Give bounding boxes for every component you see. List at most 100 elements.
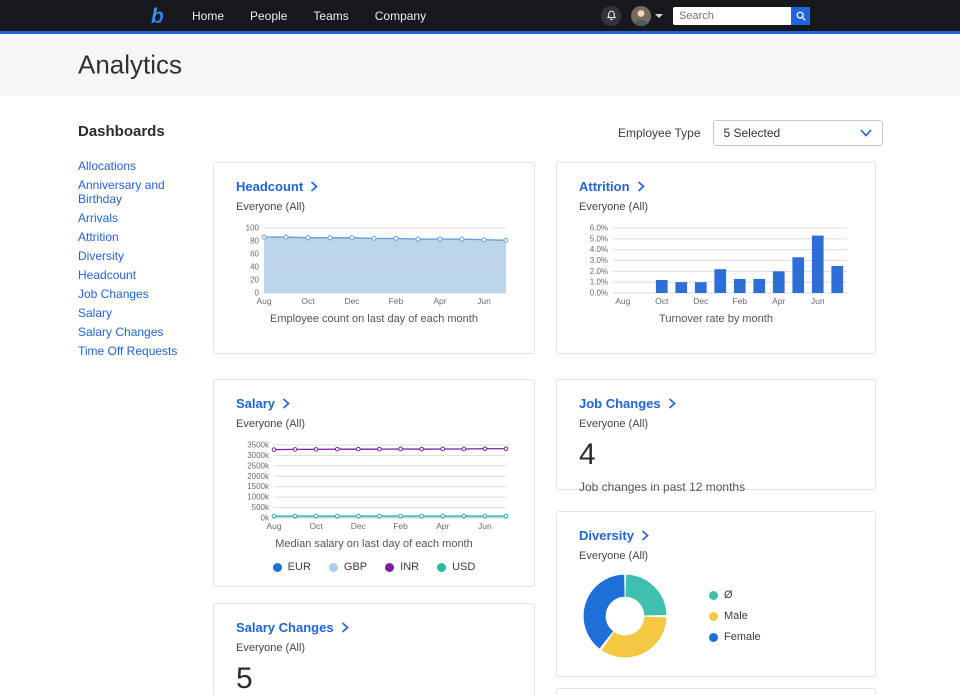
search-input[interactable] <box>673 7 791 25</box>
svg-text:Oct: Oct <box>310 521 324 531</box>
svg-text:2500k: 2500k <box>247 461 270 470</box>
svg-text:Jun: Jun <box>811 296 825 306</box>
svg-text:1.0%: 1.0% <box>590 278 608 287</box>
chevron-right-icon <box>310 181 318 192</box>
headcount-card: Headcount Everyone (All) 020406080100Aug… <box>213 162 535 354</box>
list-item: Salary <box>78 306 200 320</box>
chevron-right-icon <box>668 398 676 409</box>
card-subtitle: Everyone (All) <box>236 201 512 213</box>
svg-text:1000k: 1000k <box>247 493 270 502</box>
diversity-donut-chart <box>579 570 671 662</box>
chart-caption: Employee count on last day of each month <box>236 313 512 325</box>
sidebar-item-arrivals[interactable]: Arrivals <box>78 211 118 225</box>
partially-visible-card <box>556 688 876 695</box>
main-nav: Home People Teams Company <box>192 9 426 23</box>
legend-item: USD <box>437 561 475 573</box>
legend-item: Female <box>709 631 761 643</box>
avatar <box>631 6 651 26</box>
list-item: Headcount <box>78 268 200 282</box>
svg-text:b: b <box>151 5 164 27</box>
card-title-label: Attrition <box>579 179 630 194</box>
salary-card: Salary Everyone (All) 0k500k1000k1500k20… <box>213 379 535 587</box>
bob-logo[interactable]: b <box>150 5 170 27</box>
card-subtitle: Everyone (All) <box>236 642 512 654</box>
diversity-legend: Ø Male Female <box>709 589 761 643</box>
svg-text:Aug: Aug <box>266 521 281 531</box>
legend-dot <box>437 563 446 572</box>
svg-text:Feb: Feb <box>389 296 404 306</box>
salary-chart: 0k500k1000k1500k2000k2500k3000k3500kAugO… <box>236 439 514 531</box>
search-button[interactable] <box>791 7 810 25</box>
diversity-card: Diversity Everyone (All) Ø Male Female <box>556 511 876 677</box>
filter-label: Employee Type <box>618 126 701 140</box>
nav-item-company[interactable]: Company <box>375 9 426 23</box>
sidebar-item-salary-changes[interactable]: Salary Changes <box>78 325 163 339</box>
chevron-right-icon <box>282 398 290 409</box>
svg-text:1500k: 1500k <box>247 482 270 491</box>
salary-changes-card-title[interactable]: Salary Changes <box>236 620 512 635</box>
svg-text:3500k: 3500k <box>247 441 270 450</box>
legend-item: Male <box>709 610 761 622</box>
attrition-chart: 0.0%1.0%2.0%3.0%4.0%5.0%6.0%AugOctDecFeb… <box>579 222 855 306</box>
list-item: Anniversary and Birthday <box>78 178 200 206</box>
analytics-page: b Home People Teams Company <box>0 0 960 695</box>
nav-item-people[interactable]: People <box>250 9 287 23</box>
legend-item: GBP <box>329 561 367 573</box>
chevron-right-icon <box>641 530 649 541</box>
legend-dot <box>273 563 282 572</box>
svg-text:5.0%: 5.0% <box>590 234 608 243</box>
svg-text:Jun: Jun <box>477 296 491 306</box>
nav-item-teams[interactable]: Teams <box>313 9 348 23</box>
svg-text:60: 60 <box>250 250 259 259</box>
page-header: Analytics <box>0 34 960 96</box>
list-item: Attrition <box>78 230 200 244</box>
legend-label: Ø <box>724 589 733 601</box>
svg-text:100: 100 <box>246 224 260 233</box>
svg-text:Oct: Oct <box>655 296 669 306</box>
card-title-label: Headcount <box>236 179 303 194</box>
sidebar-item-salary[interactable]: Salary <box>78 306 112 320</box>
salary-card-title[interactable]: Salary <box>236 396 512 411</box>
card-subtitle: Everyone (All) <box>579 418 853 430</box>
card-subtitle: Everyone (All) <box>579 550 853 562</box>
svg-text:Apr: Apr <box>436 521 449 531</box>
legend-dot <box>385 563 394 572</box>
search-box <box>673 7 810 25</box>
page-title: Analytics <box>78 50 182 81</box>
list-item: Salary Changes <box>78 325 200 339</box>
list-item: Job Changes <box>78 287 200 301</box>
list-item: Time Off Requests <box>78 344 200 358</box>
legend-label: Female <box>724 631 761 643</box>
sidebar-item-allocations[interactable]: Allocations <box>78 159 136 173</box>
svg-text:4.0%: 4.0% <box>590 245 608 254</box>
employee-type-select[interactable]: 5 Selected <box>713 120 883 146</box>
diversity-card-title[interactable]: Diversity <box>579 528 853 543</box>
bell-icon <box>606 10 617 22</box>
sidebar-item-time-off-requests[interactable]: Time Off Requests <box>78 344 177 358</box>
card-subtitle: Everyone (All) <box>579 201 853 213</box>
job-changes-card-title[interactable]: Job Changes <box>579 396 853 411</box>
salary-legend: EUR GBP INR USD <box>236 561 512 573</box>
svg-text:Feb: Feb <box>732 296 747 306</box>
search-icon <box>795 10 807 22</box>
legend-label: EUR <box>288 561 311 573</box>
job-changes-caption: Job changes in past 12 months <box>579 480 853 494</box>
user-menu[interactable] <box>631 6 663 26</box>
svg-text:3000k: 3000k <box>247 451 270 460</box>
sidebar-item-anniversary-and-birthday[interactable]: Anniversary and Birthday <box>78 178 165 206</box>
svg-text:2.0%: 2.0% <box>590 267 608 276</box>
attrition-card-title[interactable]: Attrition <box>579 179 853 194</box>
svg-text:Aug: Aug <box>256 296 271 306</box>
card-subtitle: Everyone (All) <box>236 418 512 430</box>
sidebar-item-diversity[interactable]: Diversity <box>78 249 124 263</box>
nav-item-home[interactable]: Home <box>192 9 224 23</box>
sidebar-item-headcount[interactable]: Headcount <box>78 268 136 282</box>
sidebar-item-job-changes[interactable]: Job Changes <box>78 287 149 301</box>
notifications-button[interactable] <box>601 6 621 26</box>
list-item: Allocations <box>78 159 200 173</box>
svg-text:Apr: Apr <box>772 296 785 306</box>
card-title-label: Diversity <box>579 528 634 543</box>
headcount-card-title[interactable]: Headcount <box>236 179 512 194</box>
svg-text:Dec: Dec <box>344 296 360 306</box>
sidebar-item-attrition[interactable]: Attrition <box>78 230 119 244</box>
